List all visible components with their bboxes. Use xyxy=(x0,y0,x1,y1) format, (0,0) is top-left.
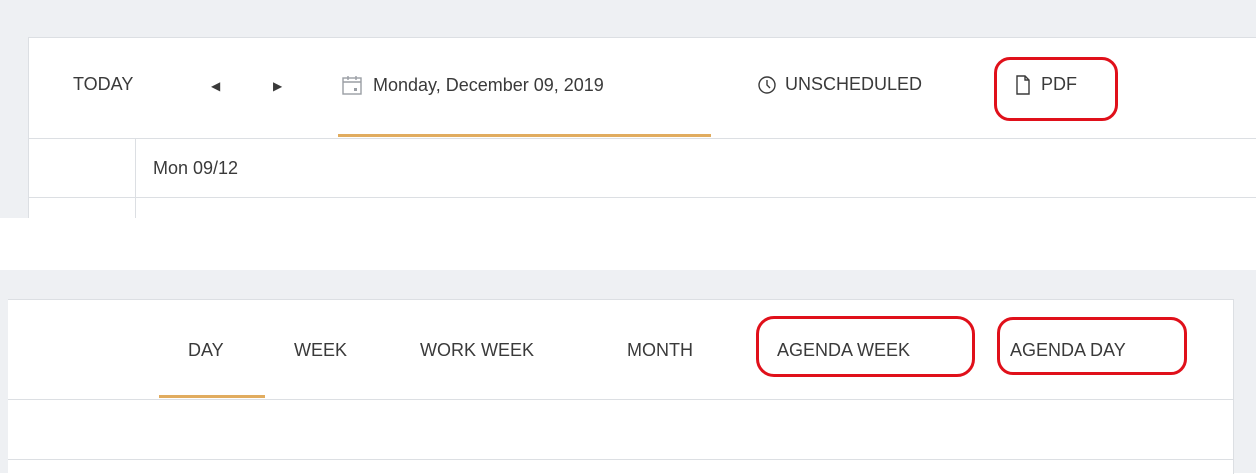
unscheduled-label: UNSCHEDULED xyxy=(785,74,923,94)
today-button[interactable]: TODAY xyxy=(73,74,133,95)
tab-day[interactable]: DAY xyxy=(188,340,224,361)
divider xyxy=(29,197,1256,198)
date-picker-button[interactable]: Monday, December 09, 2019 xyxy=(341,74,604,96)
tab-week[interactable]: WEEK xyxy=(294,340,347,361)
top-panel: TODAY ◀ ▶ Monday, December 09, 2019 UNSC… xyxy=(0,0,1256,219)
tab-work-week[interactable]: WORK WEEK xyxy=(420,340,534,361)
prev-button[interactable]: ◀ xyxy=(211,79,220,93)
day-column-header: Mon 09/12 xyxy=(153,158,239,178)
calendar-icon xyxy=(341,74,363,96)
unscheduled-button[interactable]: UNSCHEDULED xyxy=(757,74,922,95)
view-switcher-card: DAY WEEK WORK WEEK MONTH AGENDA WEEK AGE… xyxy=(8,299,1234,474)
pdf-annotation-circle xyxy=(994,57,1118,121)
active-tab-underline xyxy=(159,395,265,398)
clock-icon xyxy=(757,75,777,95)
caret-left-icon: ◀ xyxy=(211,79,221,93)
agenda-week-annotation-circle xyxy=(756,316,975,377)
tab-month[interactable]: MONTH xyxy=(627,340,693,361)
divider xyxy=(29,138,1256,139)
scheduler-card: TODAY ◀ ▶ Monday, December 09, 2019 UNSC… xyxy=(28,37,1256,219)
divider xyxy=(8,459,1233,460)
bottom-panel: DAY WEEK WORK WEEK MONTH AGENDA WEEK AGE… xyxy=(0,270,1256,474)
divider xyxy=(8,399,1233,400)
time-column-separator xyxy=(135,138,136,219)
current-date-label: Monday, December 09, 2019 xyxy=(373,74,604,95)
scheduler-toolbar: TODAY ◀ ▶ Monday, December 09, 2019 UNSC… xyxy=(29,38,1256,138)
next-button[interactable]: ▶ xyxy=(273,79,282,93)
gap xyxy=(0,218,1256,270)
caret-right-icon: ▶ xyxy=(273,79,283,93)
date-active-underline xyxy=(338,134,711,137)
agenda-day-annotation-circle xyxy=(997,317,1187,375)
